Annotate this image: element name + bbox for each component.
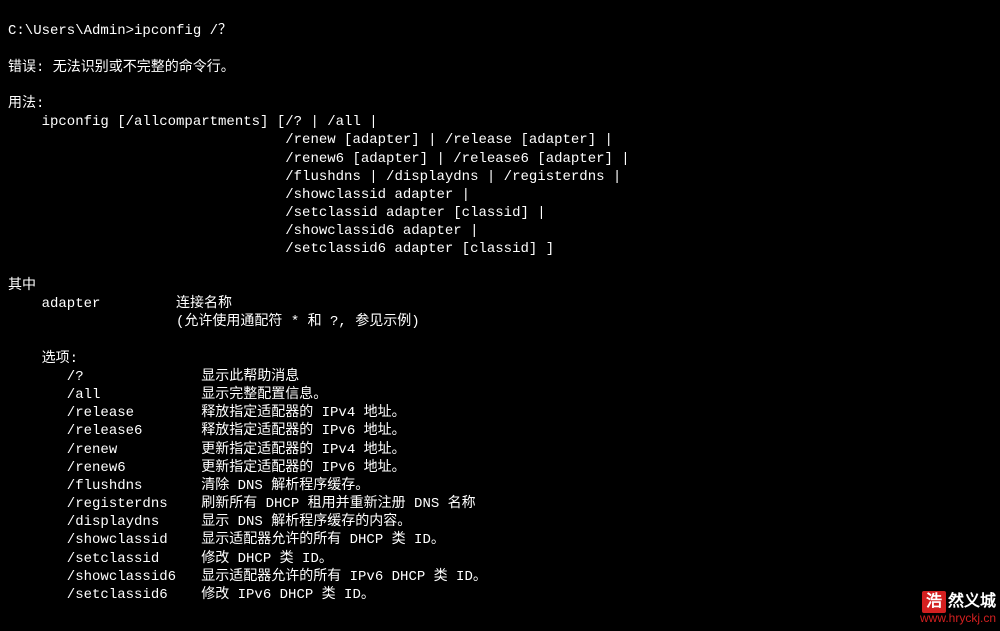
blank-line bbox=[8, 259, 992, 277]
watermark-url: www.hryckj.cn bbox=[920, 611, 996, 627]
usage-line: /showclassid adapter | bbox=[8, 186, 992, 204]
usage-line: /renew6 [adapter] | /release6 [adapter] … bbox=[8, 150, 992, 168]
error-line: 错误: 无法识别或不完整的命令行。 bbox=[8, 59, 992, 77]
blank-line bbox=[8, 40, 992, 58]
option-line: /displaydns 显示 DNS 解析程序缓存的内容。 bbox=[8, 513, 992, 531]
adapter-label: adapter 连接名称 bbox=[8, 295, 992, 313]
option-line: /renew6 更新指定适配器的 IPv6 地址。 bbox=[8, 459, 992, 477]
option-line: /renew 更新指定适配器的 IPv4 地址。 bbox=[8, 441, 992, 459]
blank-line bbox=[8, 331, 992, 349]
options-label: 选项: bbox=[8, 350, 992, 368]
option-line: /setclassid 修改 DHCP 类 ID。 bbox=[8, 550, 992, 568]
option-line: /setclassid6 修改 IPv6 DHCP 类 ID。 bbox=[8, 586, 992, 604]
option-line: /showclassid6 显示适配器允许的所有 IPv6 DHCP 类 ID。 bbox=[8, 568, 992, 586]
usage-line: /showclassid6 adapter | bbox=[8, 222, 992, 240]
option-line: /all 显示完整配置信息。 bbox=[8, 386, 992, 404]
option-line: /? 显示此帮助消息 bbox=[8, 368, 992, 386]
usage-line: ipconfig [/allcompartments] [/? | /all | bbox=[8, 113, 992, 131]
option-line: /flushdns 清除 DNS 解析程序缓存。 bbox=[8, 477, 992, 495]
option-line: /showclassid 显示适配器允许的所有 DHCP 类 ID。 bbox=[8, 531, 992, 549]
option-line: /release 释放指定适配器的 IPv4 地址。 bbox=[8, 404, 992, 422]
usage-line: /setclassid adapter [classid] | bbox=[8, 204, 992, 222]
usage-line: /flushdns | /displaydns | /registerdns | bbox=[8, 168, 992, 186]
blank-line bbox=[8, 77, 992, 95]
watermark: 浩 然义城 www.hryckj.cn bbox=[920, 591, 996, 627]
adapter-note: (允许使用通配符 * 和 ?, 参见示例) bbox=[8, 313, 992, 331]
usage-label: 用法: bbox=[8, 95, 992, 113]
option-line: /release6 释放指定适配器的 IPv6 地址。 bbox=[8, 422, 992, 440]
watermark-text: 然义城 bbox=[948, 592, 996, 613]
where-label: 其中 bbox=[8, 277, 992, 295]
command-prompt: C:\Users\Admin>ipconfig /？ bbox=[8, 22, 992, 40]
terminal-top-line bbox=[8, 4, 992, 22]
watermark-icon: 浩 bbox=[922, 591, 946, 614]
option-line: /registerdns 刷新所有 DHCP 租用并重新注册 DNS 名称 bbox=[8, 495, 992, 513]
usage-line: /renew [adapter] | /release [adapter] | bbox=[8, 131, 992, 149]
usage-line: /setclassid6 adapter [classid] ] bbox=[8, 240, 992, 258]
